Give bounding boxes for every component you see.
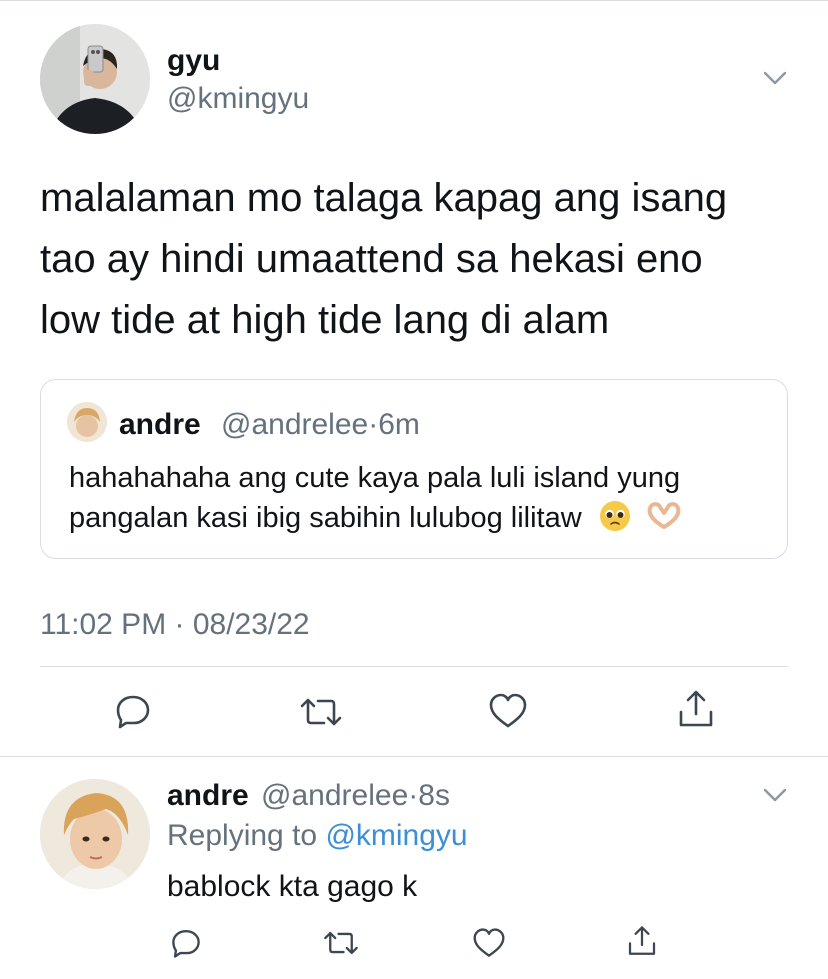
chevron-down-icon[interactable] <box>760 66 790 90</box>
tweet-timestamp[interactable]: 11:02 PM · 08/23/22 <box>40 608 310 642</box>
quote-author-avatar <box>67 402 107 442</box>
tweet-text-line: low tide at high tide lang di alam <box>40 298 610 342</box>
author-avatar-image <box>40 24 150 134</box>
replying-to-handle[interactable]: @kmingyu <box>325 819 467 852</box>
heart-hands-emoji <box>644 499 684 544</box>
reply-author-avatar-image <box>40 779 150 889</box>
like-icon[interactable] <box>488 692 528 730</box>
reply-author-handle[interactable]: @andrelee <box>261 779 408 812</box>
pleading-face-emoji <box>598 499 632 544</box>
tweet-text: malalaman mo talaga kapag ang isang tao … <box>40 168 727 351</box>
main-tweet: gyu @kmingyu malalaman mo talaga kapag a… <box>0 0 828 756</box>
replying-to-label: Replying to <box>167 819 318 852</box>
tweet-text-line: tao ay hindi umaattend sa hekasi eno <box>40 237 703 281</box>
reply-time: 8s <box>418 779 450 812</box>
like-icon[interactable] <box>472 927 506 959</box>
replying-to: Replying to @kmingyu <box>167 819 468 853</box>
quote-author-handle: @andrelee <box>221 408 369 441</box>
quoted-tweet[interactable]: andre @andrelee·6m hahahahaha ang cute k… <box>40 379 788 559</box>
dot-separator: · <box>408 779 419 812</box>
chevron-down-icon[interactable] <box>760 783 790 807</box>
quote-time: 6m <box>378 408 420 441</box>
dot-separator: · <box>368 408 379 441</box>
quote-text-line: hahahahaha ang cute kaya pala luli islan… <box>69 462 681 494</box>
author-avatar[interactable] <box>40 24 150 134</box>
reply-author-name[interactable]: andre <box>167 779 249 812</box>
author-name[interactable]: gyu <box>167 44 220 78</box>
share-icon[interactable] <box>676 688 716 730</box>
timestamp-divider <box>40 666 788 667</box>
quote-author-meta: @andrelee·6m <box>221 410 420 440</box>
reply-icon[interactable] <box>170 927 202 959</box>
reply-author-avatar[interactable] <box>40 779 150 889</box>
share-icon[interactable] <box>626 924 658 958</box>
reply-header: andre @andrelee·8s <box>167 779 450 813</box>
tweet-text-line: malalaman mo talaga kapag ang isang <box>40 176 728 220</box>
retweet-icon[interactable] <box>298 694 344 730</box>
reply-icon[interactable] <box>114 692 152 730</box>
author-handle[interactable]: @kmingyu <box>167 82 309 116</box>
reply-text: bablock kta gago k <box>167 870 418 903</box>
quote-text-line: pangalan kasi ibig sabihin lulubog lilit… <box>69 498 684 544</box>
retweet-icon[interactable] <box>322 928 360 958</box>
quote-author-name: andre <box>119 408 201 441</box>
quote-text: hahahahaha ang cute kaya pala luli islan… <box>69 458 684 544</box>
reply-tweet[interactable]: andre @andrelee·8s Replying to @kmingyu … <box>0 757 828 979</box>
